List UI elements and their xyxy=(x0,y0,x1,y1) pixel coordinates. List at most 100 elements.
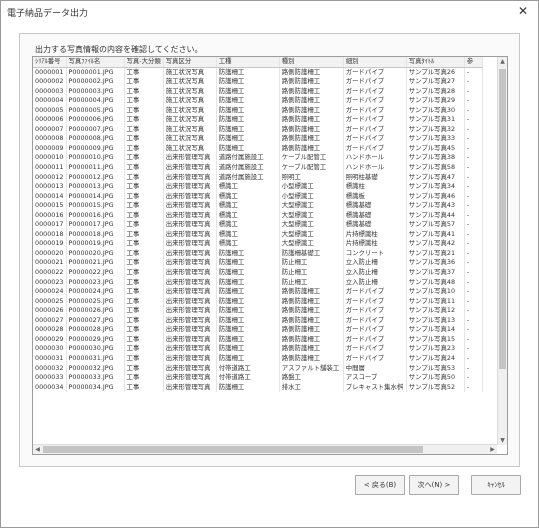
table-cell: 工事 xyxy=(124,248,164,259)
table-cell: 施工状況写真 xyxy=(163,105,217,116)
table-cell: 路側防護柵工 xyxy=(279,67,344,78)
table-cell: 工事 xyxy=(124,296,164,307)
table-cell: 0000032 xyxy=(33,363,67,374)
table-cell: 防護柵工 xyxy=(216,334,280,345)
cancel-button[interactable]: ｷｬﾝｾﾙ xyxy=(471,475,521,495)
table-row[interactable]: 0000015 P0000015.JPG 工事 出来形管理写真 標識工 大型標識工 標識基礎… xyxy=(33,201,483,211)
table-cell: サンプル写真44 xyxy=(406,210,465,221)
table-row[interactable]: 0000014 P0000014.JPG 工事 出来形管理写真 標識工 小型標識工 標識板サ… xyxy=(33,191,483,202)
scroll-down-icon[interactable]: ▼ xyxy=(498,437,507,444)
table-cell: サンプル写真50 xyxy=(406,373,465,383)
table-row[interactable]: 0000004 P0000004.JPG 工事 施工状況写真 防護柵工 路側防護柵工 ガード… xyxy=(33,96,483,106)
table-cell: P0000029.JPG xyxy=(66,334,125,345)
table-cell: P0000016.JPG xyxy=(66,210,125,221)
table-cell: 0000003 xyxy=(33,86,67,97)
table-cell: 工事 xyxy=(124,105,164,116)
table-cell: 防護柵工 xyxy=(216,258,280,269)
back-button[interactable]: < 戻る(B) xyxy=(355,475,405,495)
table-row[interactable]: 0000002 P0000002.JPG 工事 施工状況写真 防護柵工 路側防護柵工 ガード… xyxy=(33,77,483,87)
table-cell: 防護柵工 xyxy=(216,77,280,87)
table-row[interactable]: 0000021 P0000021.JPG 工事 出来形管理写真 防護柵工 防止柵工 立入防止… xyxy=(33,258,483,269)
vertical-scroll-thumb[interactable] xyxy=(499,69,506,369)
table-row[interactable]: 0000032 P0000032.JPG 工事 出来形管理写真 付帯道路工 アスファルト舗… xyxy=(33,363,483,374)
table-cell: 工事 xyxy=(124,86,164,97)
table-cell: 出来形管理写真 xyxy=(163,191,217,202)
table-cell: 工事 xyxy=(124,134,164,144)
column-header[interactable]: 写真-大分類 xyxy=(124,57,164,68)
table-row[interactable]: 0000028 P0000028.JPG 工事 出来形管理写真 防護柵工 路側防護柵工 ガー… xyxy=(33,325,483,335)
table-row[interactable]: 0000009 P0000009.JPG 工事 施工状況写真 防護柵工 路側防護柵工 ガード… xyxy=(33,143,483,154)
table-row[interactable]: 0000001 P0000001.JPG 工事 施工状況写真 防護柵工 路側防護柵工 ガード… xyxy=(33,67,483,78)
table-row[interactable]: 0000017 P0000017.JPG 工事 出来形管理写真 標識工 大型標識工 標識基礎… xyxy=(33,220,483,230)
column-header[interactable]: 写真ﾀｲﾄﾙ xyxy=(406,57,465,68)
table-row[interactable]: 0000023 P0000023.JPG 工事 出来形管理写真 防護柵工 防止柵工 立入防止… xyxy=(33,277,483,288)
table-cell: 防護柵工 xyxy=(216,134,280,144)
close-icon[interactable]: ✕ xyxy=(518,4,528,18)
table-row[interactable]: 0000012 P0000012.JPG 工事 出来形管理写真 道路付属施設工 照明工 照明… xyxy=(33,172,483,183)
vertical-scrollbar[interactable]: ▲ ▼ xyxy=(497,57,507,445)
column-header[interactable]: 工種 xyxy=(216,57,280,68)
horizontal-scrollbar[interactable]: ◀ ▶ xyxy=(33,444,497,454)
table-cell: 路側防護柵工 xyxy=(279,115,344,125)
column-header[interactable]: 参 xyxy=(464,57,483,68)
table-row[interactable]: 0000034 P0000034.JPG 工事 出来形管理写真 防護柵工 排水工 プレキャス… xyxy=(33,382,483,393)
table-row[interactable]: 0000024 P0000024.JPG 工事 出来形管理写真 防護柵工 路側防護柵工 ガー… xyxy=(33,287,483,297)
photo-info-grid[interactable]: ｼﾘｱﾙ番号 写真ﾌｧｲﾙ名 写真-大分類 写真区分 工種 種別 細別 写真ﾀｲﾄﾙ参 000… xyxy=(32,56,508,455)
table-cell: 0000012 xyxy=(33,172,67,183)
column-header[interactable]: ｼﾘｱﾙ番号 xyxy=(33,57,67,68)
table-cell: - xyxy=(464,201,483,211)
table-cell: ガードパイプ xyxy=(343,325,407,335)
table-cell: サンプル写真24 xyxy=(406,353,465,364)
table-cell: 施工状況写真 xyxy=(163,86,217,97)
table-row[interactable]: 0000010 P0000010.JPG 工事 出来形管理写真 道路付属施設工 ケーブル配… xyxy=(33,153,483,164)
table-row[interactable]: 0000006 P0000006.JPG 工事 施工状況写真 防護柵工 路側防護柵工 ガード… xyxy=(33,115,483,125)
table-row[interactable]: 0000022 P0000022.JPG 工事 出来形管理写真 防護柵工 防止柵工 立入防止… xyxy=(33,268,483,278)
photo-table: ｼﾘｱﾙ番号 写真ﾌｧｲﾙ名 写真-大分類 写真区分 工種 種別 細別 写真ﾀｲﾄﾙ参 000… xyxy=(33,57,483,393)
table-cell: 工事 xyxy=(124,268,164,278)
table-row[interactable]: 0000020 P0000020.JPG 工事 出来形管理写真 防護柵工 防護柵基礎工 コン… xyxy=(33,248,483,259)
table-cell: 0000023 xyxy=(33,277,67,288)
table-cell: P0000009.JPG xyxy=(66,143,125,154)
table-cell: ガードパイプ xyxy=(343,124,407,135)
table-row[interactable]: 0000025 P0000025.JPG 工事 出来形管理写真 防護柵工 路側防護柵工 ガー… xyxy=(33,296,483,307)
column-header[interactable]: 写真ﾌｧｲﾙ名 xyxy=(66,57,125,68)
column-header[interactable]: 種別 xyxy=(279,57,344,68)
table-cell: 0000001 xyxy=(33,67,67,78)
table-row[interactable]: 0000033 P0000033.JPG 工事 出来形管理写真 付帯道路工 路盤工 アスコー… xyxy=(33,373,483,383)
scroll-up-icon[interactable]: ▲ xyxy=(498,58,507,65)
table-row[interactable]: 0000011 P0000011.JPG 工事 出来形管理写真 道路付属施設工 ケーブル配… xyxy=(33,163,483,173)
table-row[interactable]: 0000029 P0000029.JPG 工事 出来形管理写真 防護柵工 路側防護柵工 ガー… xyxy=(33,334,483,345)
table-cell: 路側防護柵工 xyxy=(279,143,344,154)
table-row[interactable]: 0000027 P0000027.JPG 工事 出来形管理写真 防護柵工 路側防護柵工 ガー… xyxy=(33,315,483,326)
table-row[interactable]: 0000019 P0000019.JPG 工事 出来形管理写真 標識工 大型標識工 片持標識… xyxy=(33,239,483,249)
table-row[interactable]: 0000007 P0000007.JPG 工事 施工状況写真 防護柵工 路側防護柵工 ガード… xyxy=(33,124,483,135)
column-header[interactable]: 細別 xyxy=(343,57,407,68)
table-cell: P0000030.JPG xyxy=(66,344,125,354)
table-cell: サンプル写真34 xyxy=(406,182,465,192)
scroll-left-icon[interactable]: ◀ xyxy=(33,446,42,453)
scroll-right-icon[interactable]: ▶ xyxy=(488,446,497,453)
table-row[interactable]: 0000013 P0000013.JPG 工事 出来形管理写真 標識工 小型標識工 標識柱サ… xyxy=(33,182,483,192)
table-cell: サンプル写真48 xyxy=(406,277,465,288)
table-cell: - xyxy=(464,315,483,326)
horizontal-scroll-thumb[interactable] xyxy=(43,446,423,453)
table-row[interactable]: 0000016 P0000016.JPG 工事 出来形管理写真 標識工 大型標識工 標識基礎… xyxy=(33,210,483,221)
table-cell: 0000010 xyxy=(33,153,67,164)
table-cell: 立入防止柵 xyxy=(343,258,407,269)
table-cell: 標識工 xyxy=(216,210,280,221)
table-row[interactable]: 0000005 P0000005.JPG 工事 施工状況写真 防護柵工 路側防護柵工 ガード… xyxy=(33,105,483,116)
table-row[interactable]: 0000026 P0000026.JPG 工事 出来形管理写真 防護柵工 路側防護柵工 ガー… xyxy=(33,306,483,316)
table-cell: 防護柵工 xyxy=(216,268,280,278)
next-button[interactable]: 次へ(N) > xyxy=(409,475,459,495)
table-cell: 路側防護柵工 xyxy=(279,344,344,354)
table-row[interactable]: 0000030 P0000030.JPG 工事 出来形管理写真 防護柵工 路側防護柵工 ガー… xyxy=(33,344,483,354)
table-cell: 工事 xyxy=(124,373,164,383)
table-row[interactable]: 0000003 P0000003.JPG 工事 施工状況写真 防護柵工 路側防護柵工 ガード… xyxy=(33,86,483,97)
table-cell: 路側防護柵工 xyxy=(279,287,344,297)
table-cell: ハンドホール xyxy=(343,153,407,164)
column-header[interactable]: 写真区分 xyxy=(163,57,217,68)
table-row[interactable]: 0000018 P0000018.JPG 工事 出来形管理写真 標識工 大型標識工 片持標識… xyxy=(33,229,483,240)
table-cell: 出来形管理写真 xyxy=(163,325,217,335)
table-row[interactable]: 0000031 P0000031.JPG 工事 出来形管理写真 防護柵工 路側防護柵工 ガー… xyxy=(33,353,483,364)
table-row[interactable]: 0000008 P0000008.JPG 工事 施工状況写真 防護柵工 路側防護柵工 ガード… xyxy=(33,134,483,144)
